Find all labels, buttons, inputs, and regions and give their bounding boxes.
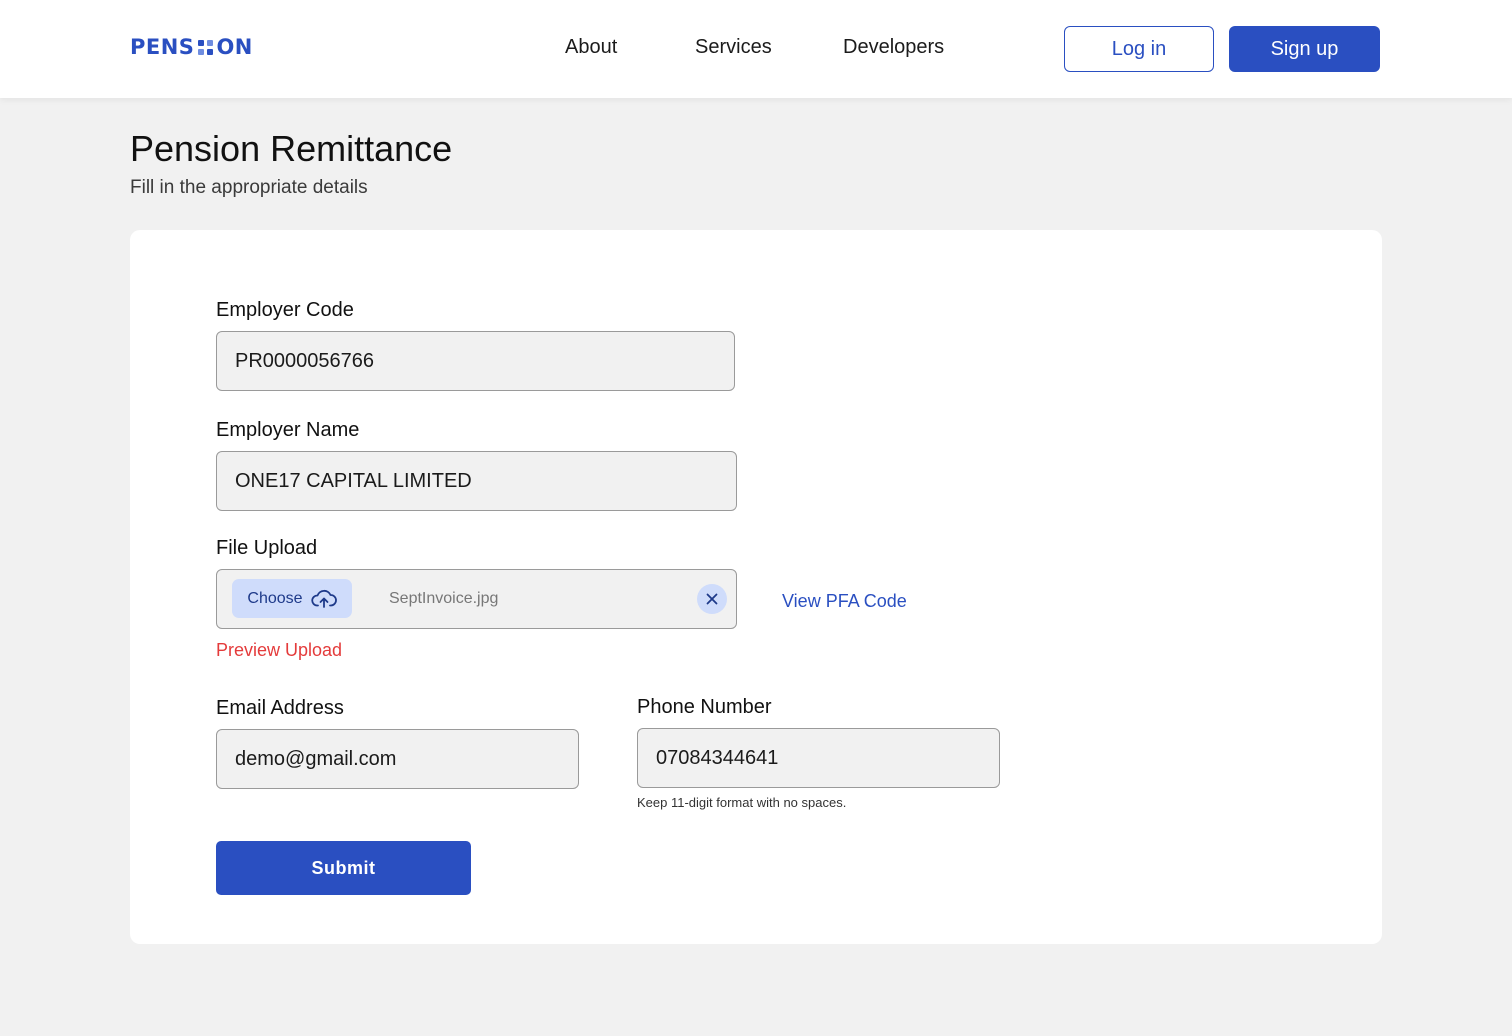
email-label: Email Address: [216, 697, 344, 719]
logo-text-right: ON: [216, 35, 253, 59]
selected-file-name: SeptInvoice.jpg: [389, 590, 499, 607]
employer-name-input[interactable]: [216, 451, 737, 511]
phone-label: Phone Number: [637, 696, 772, 718]
close-icon: [706, 593, 718, 605]
cloud-upload-icon: [310, 589, 337, 608]
signup-button[interactable]: Sign up: [1229, 26, 1380, 72]
nav-services[interactable]: Services: [695, 36, 772, 59]
choose-file-button[interactable]: Choose: [232, 579, 352, 618]
submit-button[interactable]: Submit: [216, 841, 471, 895]
nav-developers[interactable]: Developers: [843, 36, 944, 59]
employer-code-label: Employer Code: [216, 299, 354, 321]
phone-hint: Keep 11-digit format with no spaces.: [637, 795, 847, 810]
employer-code-input[interactable]: [216, 331, 735, 391]
login-button[interactable]: Log in: [1064, 26, 1214, 72]
employer-name-label: Employer Name: [216, 419, 360, 441]
pension-logo[interactable]: PENS ON: [130, 35, 253, 59]
file-upload-label: File Upload: [216, 537, 318, 559]
file-upload-field[interactable]: Choose SeptInvoice.jpg: [216, 569, 737, 629]
logo-text-left: PENS: [130, 35, 195, 59]
choose-label: Choose: [247, 589, 303, 607]
logo-dots-icon: [198, 39, 214, 55]
view-pfa-code-link[interactable]: View PFA Code: [782, 591, 907, 612]
clear-file-button[interactable]: [697, 584, 727, 614]
page-title: Pension Remittance: [130, 128, 453, 169]
preview-upload-link[interactable]: Preview Upload: [216, 640, 342, 661]
top-navbar: PENS ON About Services Developers Log in…: [0, 0, 1512, 98]
nav-about[interactable]: About: [565, 36, 617, 59]
phone-input[interactable]: [637, 728, 1000, 788]
page-subtitle: Fill in the appropriate details: [130, 177, 368, 198]
email-input[interactable]: [216, 729, 579, 789]
